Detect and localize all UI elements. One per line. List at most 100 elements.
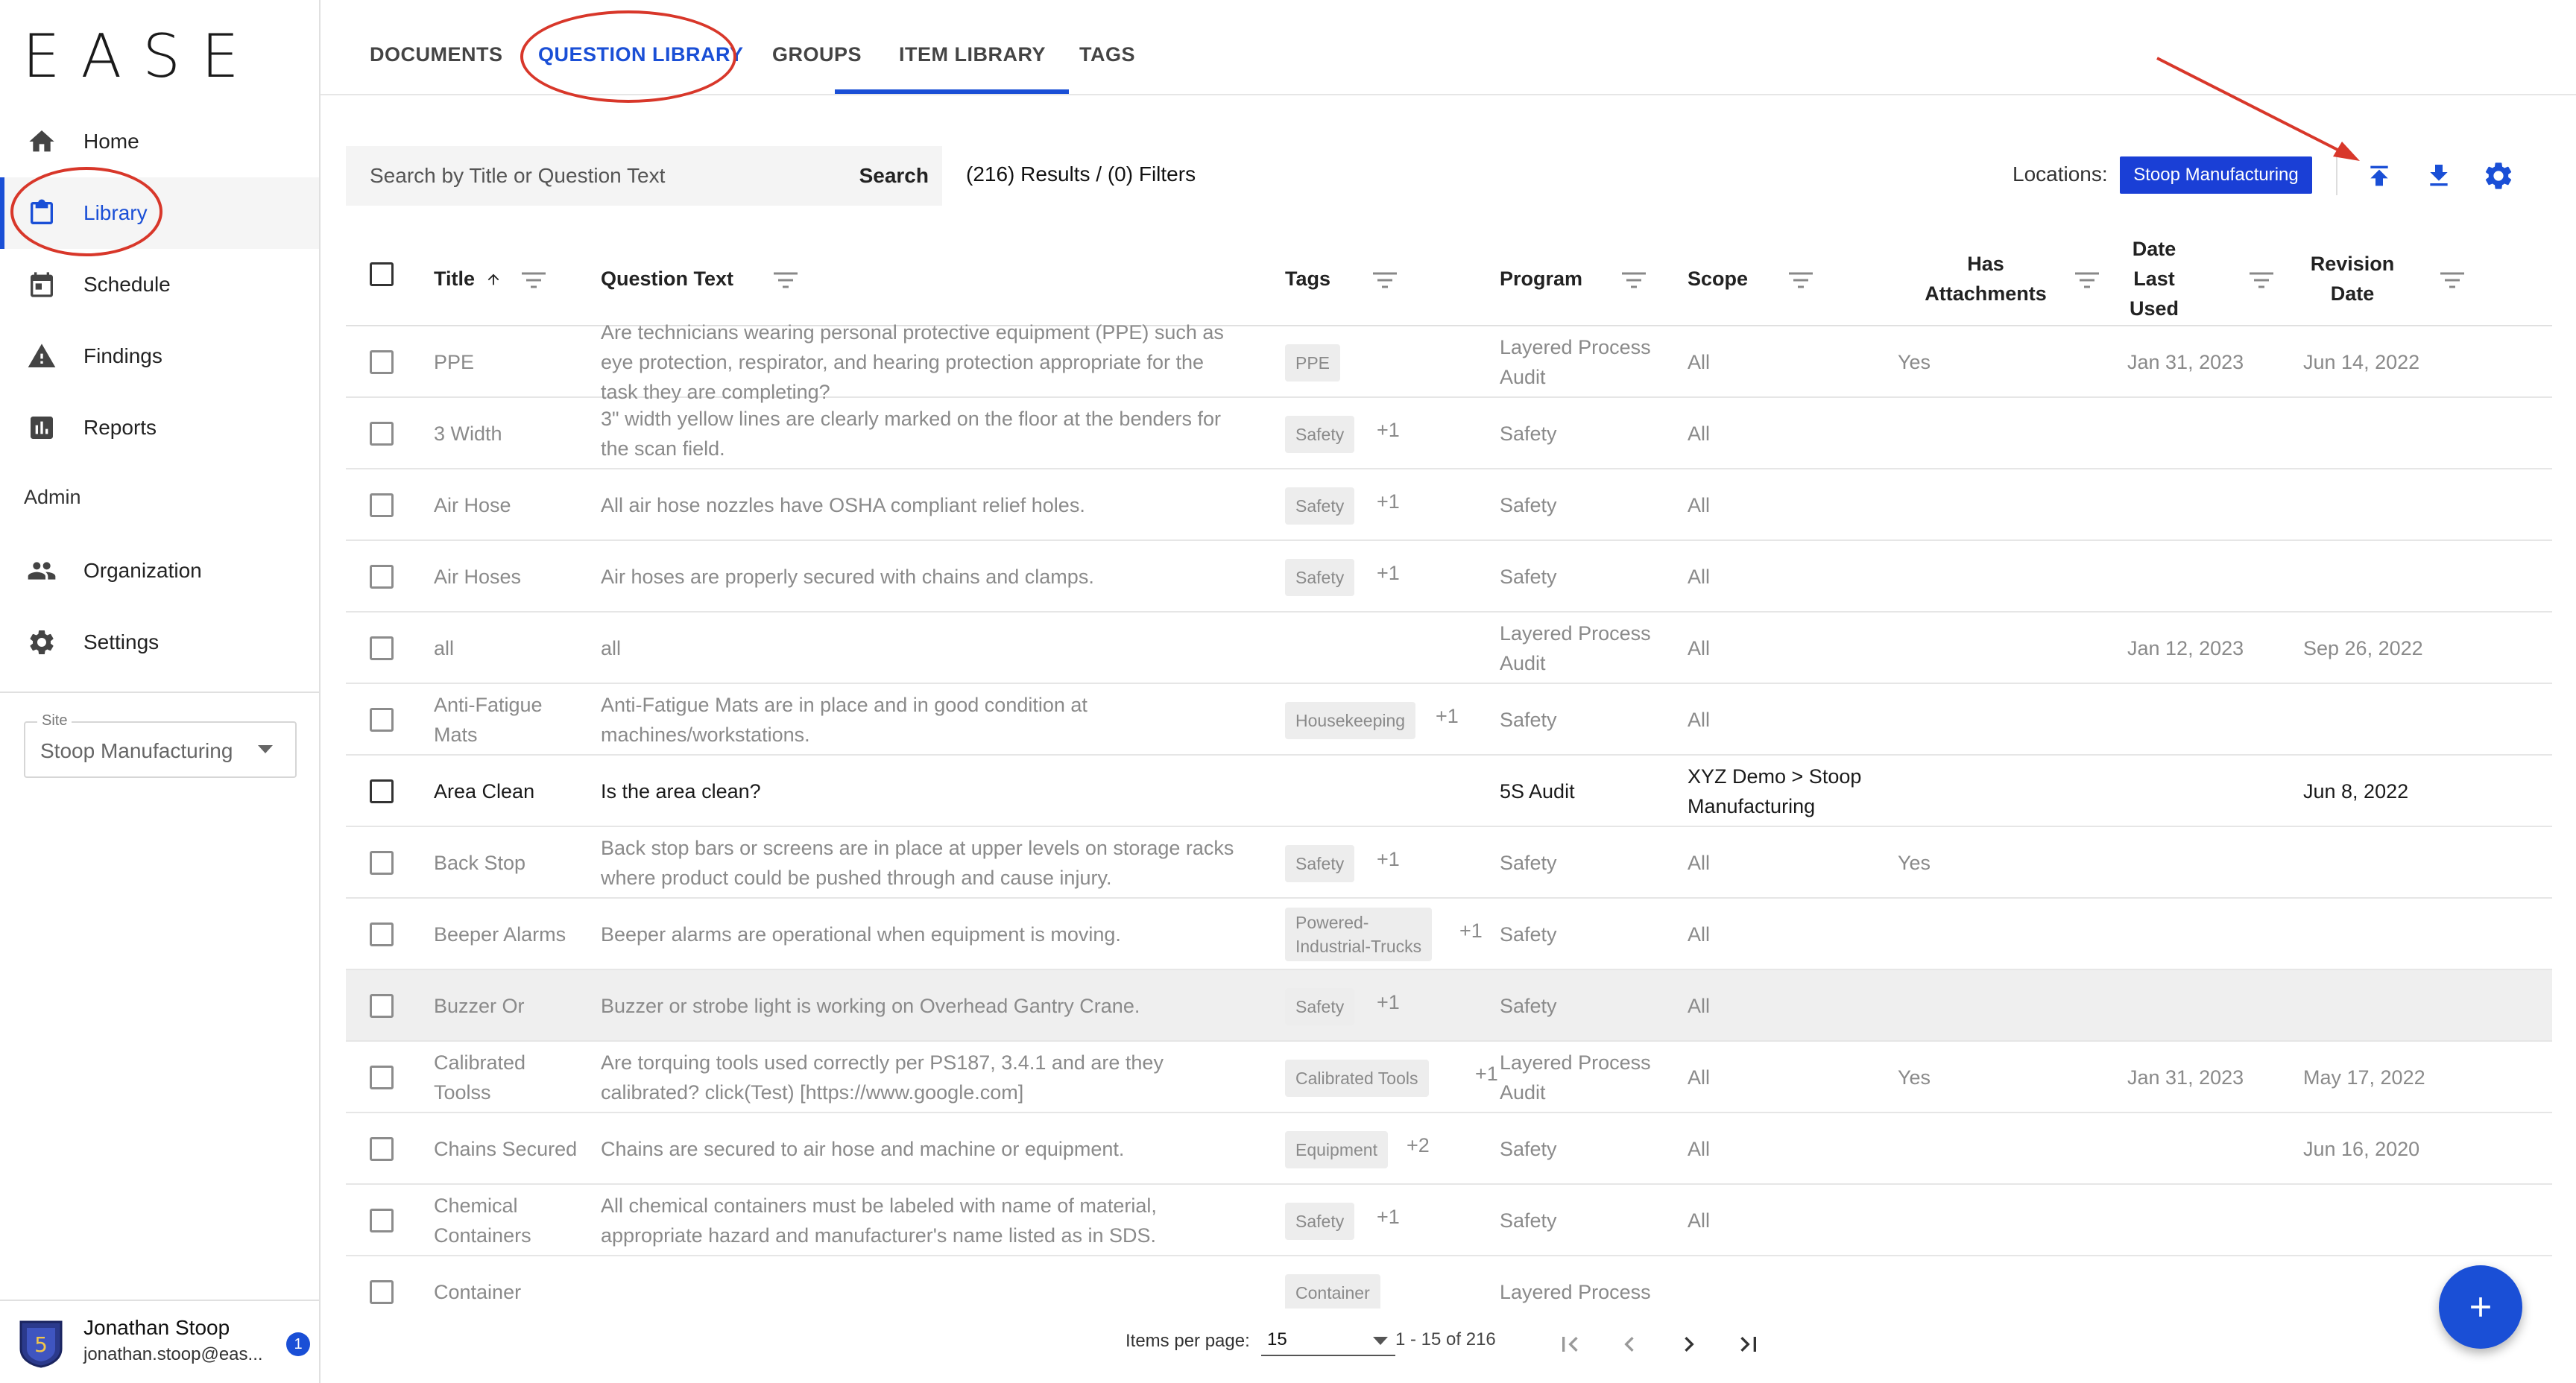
row-checkbox[interactable] <box>370 851 394 875</box>
col-tags-header[interactable]: Tags <box>1285 264 1330 294</box>
row-checkbox[interactable] <box>370 493 394 517</box>
row-checkbox[interactable] <box>370 350 394 374</box>
more-tags-count[interactable]: +1 <box>1475 1063 1498 1086</box>
table-row[interactable]: all all Layered Process Audit All Jan 12, 202… <box>346 613 2552 684</box>
sidebar-item-label: Reports <box>83 416 157 439</box>
cell-question-line: 3" width yellow lines are clearly marked… <box>601 408 1222 430</box>
cell-attach: Yes <box>1898 1066 1931 1089</box>
row-checkbox[interactable] <box>370 1280 394 1304</box>
row-checkbox[interactable] <box>370 708 394 732</box>
col-revision-header[interactable]: Revision Date <box>2300 249 2405 308</box>
page-size-select[interactable]: 15 <box>1261 1326 1395 1356</box>
download-icon[interactable] <box>2421 158 2457 194</box>
row-checkbox[interactable] <box>370 565 394 589</box>
toolbar-divider <box>2336 154 2337 195</box>
tag-chip[interactable]: Safety <box>1285 559 1355 596</box>
cell-last: Jan 12, 2023 <box>2127 637 2244 659</box>
tag-chip[interactable]: PPE <box>1285 344 1341 382</box>
sidebar-item-settings[interactable]: Settings <box>0 607 319 678</box>
cell-question: All chemical containers must be labeled … <box>601 1191 1272 1250</box>
more-tags-count[interactable]: +1 <box>1377 490 1400 513</box>
tag-chip[interactable]: Housekeeping <box>1285 702 1416 739</box>
more-tags-count[interactable]: +1 <box>1436 705 1459 728</box>
tag-chip[interactable]: Safety <box>1285 845 1355 882</box>
col-last-used-line2: Last <box>2133 268 2175 290</box>
search-button[interactable]: Search <box>859 164 929 188</box>
more-tags-count[interactable]: +1 <box>1377 991 1400 1014</box>
tag-chip[interactable]: Container <box>1285 1274 1380 1311</box>
row-checkbox[interactable] <box>370 1066 394 1089</box>
bar-chart-icon <box>27 413 57 443</box>
row-checkbox[interactable] <box>370 636 394 660</box>
row-checkbox[interactable] <box>370 1137 394 1161</box>
sidebar-item-schedule[interactable]: Schedule <box>0 249 319 320</box>
tag-chip[interactable]: Calibrated Tools <box>1285 1060 1429 1097</box>
tag-chip[interactable]: Equipment <box>1285 1131 1388 1168</box>
user-profile[interactable]: 5 Jonathan Stoop jonathan.stoop@eas... 1 <box>0 1300 319 1383</box>
col-question-header[interactable]: Question Text <box>601 264 733 294</box>
tab-item-library[interactable]: ITEM LIBRARY <box>899 43 1046 66</box>
tag-chip[interactable]: Safety <box>1285 487 1355 525</box>
cell-title-line: Air Hoses <box>434 566 522 588</box>
table-row[interactable]: Chemical Containers All chemical container… <box>346 1185 2552 1256</box>
table-row[interactable]: 3 Width 3" width yellow lines are clearly… <box>346 398 2552 469</box>
more-tags-count[interactable]: +1 <box>1377 562 1400 585</box>
notification-badge[interactable]: 1 <box>286 1332 310 1356</box>
cell-program: Safety <box>1500 419 1679 449</box>
upload-icon[interactable] <box>2361 158 2397 194</box>
sidebar-item-reports[interactable]: Reports <box>0 392 319 463</box>
table-row[interactable]: PPE Are technicians wearing personal prot… <box>346 321 2552 403</box>
cell-question-line: Air hoses are properly secured with chai… <box>601 566 1094 588</box>
more-tags-count[interactable]: +1 <box>1377 848 1400 871</box>
sidebar-item-findings[interactable]: Findings <box>0 320 319 392</box>
tab-documents[interactable]: DOCUMENTS <box>370 43 503 66</box>
table-row[interactable]: Calibrated Toolss Are torquing tools used … <box>346 1042 2552 1113</box>
first-page-button[interactable] <box>1547 1322 1592 1367</box>
col-title-header[interactable]: Title <box>434 264 502 294</box>
col-last-used-header[interactable]: Date Last Used <box>2109 234 2199 323</box>
cell-title-line: Toolss <box>434 1081 491 1104</box>
col-attachments-header[interactable]: Has Attachments <box>1904 249 2068 308</box>
row-checkbox[interactable] <box>370 1209 394 1232</box>
app-logo[interactable]: EASE <box>22 27 260 86</box>
tab-groups[interactable]: GROUPS <box>772 43 862 66</box>
more-tags-count[interactable]: +1 <box>1377 419 1400 442</box>
add-question-button[interactable] <box>2439 1265 2522 1349</box>
col-scope-header[interactable]: Scope <box>1688 264 1748 294</box>
more-tags-count[interactable]: +2 <box>1407 1134 1430 1157</box>
search-input[interactable]: Search by Title or Question Text Search <box>346 146 942 206</box>
row-checkbox[interactable] <box>370 422 394 446</box>
cell-program-line: Audit <box>1500 652 1546 674</box>
table-row[interactable]: Chains Secured Chains are secured to air … <box>346 1113 2552 1185</box>
tab-tags[interactable]: TAGS <box>1079 43 1135 66</box>
table-row[interactable]: Beeper Alarms Beeper alarms are operation… <box>346 899 2552 970</box>
table-row[interactable]: Air Hose All air hose nozzles have OSHA c… <box>346 469 2552 541</box>
sidebar-item-organization[interactable]: Organization <box>0 535 319 607</box>
cell-question-line: Is the area clean? <box>601 780 761 803</box>
row-checkbox[interactable] <box>370 779 394 803</box>
location-chip[interactable]: Stoop Manufacturing <box>2120 156 2312 194</box>
select-all-checkbox[interactable] <box>370 262 394 286</box>
row-checkbox[interactable] <box>370 994 394 1018</box>
site-select[interactable]: Site Stoop Manufacturing <box>24 712 297 778</box>
last-page-button[interactable] <box>1726 1322 1771 1367</box>
tag-chip[interactable]: Safety <box>1285 416 1355 453</box>
table-row[interactable]: Anti-Fatigue Mats Anti-Fatigue Mats are in… <box>346 684 2552 756</box>
tag-chip[interactable]: Powered- Industrial-Trucks <box>1285 908 1433 961</box>
sidebar-item-home[interactable]: Home <box>0 106 319 177</box>
row-checkbox[interactable] <box>370 922 394 946</box>
chevron-down-icon <box>258 745 273 753</box>
table-row[interactable]: Air Hoses Air hoses are properly secured … <box>346 541 2552 613</box>
previous-page-button[interactable] <box>1607 1322 1652 1367</box>
more-tags-count[interactable]: +1 <box>1459 920 1483 943</box>
tag-chip[interactable]: Safety <box>1285 1203 1355 1240</box>
table-row[interactable]: Buzzer Or Buzzer or strobe light is worki… <box>346 970 2552 1042</box>
table-row[interactable]: Area Clean Is the area clean? 5S Audit XYZ … <box>346 756 2552 827</box>
settings-gear-icon[interactable] <box>2481 158 2516 194</box>
table-row[interactable]: Back Stop Back stop bars or screens are i… <box>346 827 2552 899</box>
search-placeholder: Search by Title or Question Text <box>370 164 666 187</box>
next-page-button[interactable] <box>1667 1322 1711 1367</box>
col-program-header[interactable]: Program <box>1500 264 1582 294</box>
tag-chip[interactable]: Safety <box>1285 988 1355 1025</box>
more-tags-count[interactable]: +1 <box>1377 1206 1400 1229</box>
